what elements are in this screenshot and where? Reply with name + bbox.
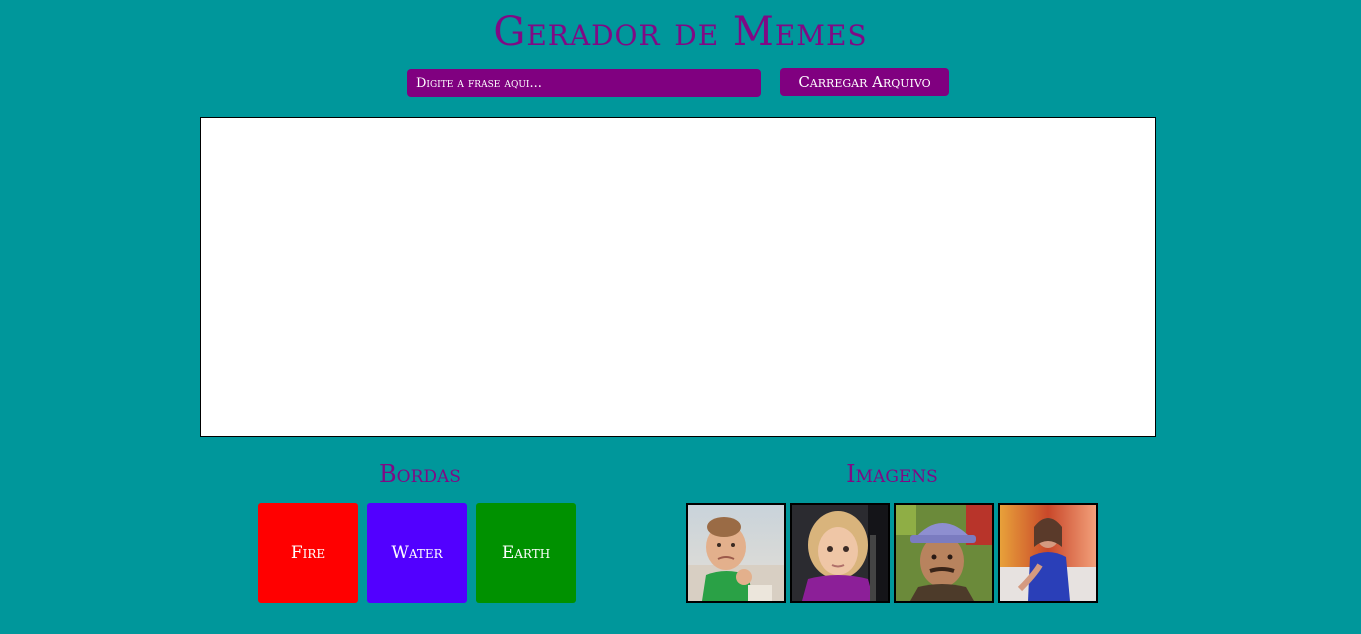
- borders-section-title: Bordas: [379, 460, 461, 488]
- page-title: Gerador de Memes: [493, 9, 868, 55]
- meme-image-thumbnail-2[interactable]: [790, 503, 890, 603]
- meme-text-input[interactable]: [407, 69, 761, 97]
- meme-image-thumbnail-3[interactable]: [894, 503, 994, 603]
- woman-blue-dress-photo: [1000, 505, 1096, 601]
- images-section-title: Imagens: [846, 460, 938, 488]
- success-kid-photo: [688, 505, 784, 601]
- meme-image-thumbnail-4[interactable]: [998, 503, 1098, 603]
- side-eye-girl-photo: [792, 505, 888, 601]
- earth-border-button[interactable]: Earth: [476, 503, 576, 603]
- water-border-button[interactable]: Water: [367, 503, 467, 603]
- seu-madruga-photo: [896, 505, 992, 601]
- meme-image-thumbnail-1[interactable]: [686, 503, 786, 603]
- meme-preview-canvas: [200, 117, 1156, 437]
- upload-file-button[interactable]: Carregar Arquivo: [780, 68, 949, 96]
- fire-border-button[interactable]: Fire: [258, 503, 358, 603]
